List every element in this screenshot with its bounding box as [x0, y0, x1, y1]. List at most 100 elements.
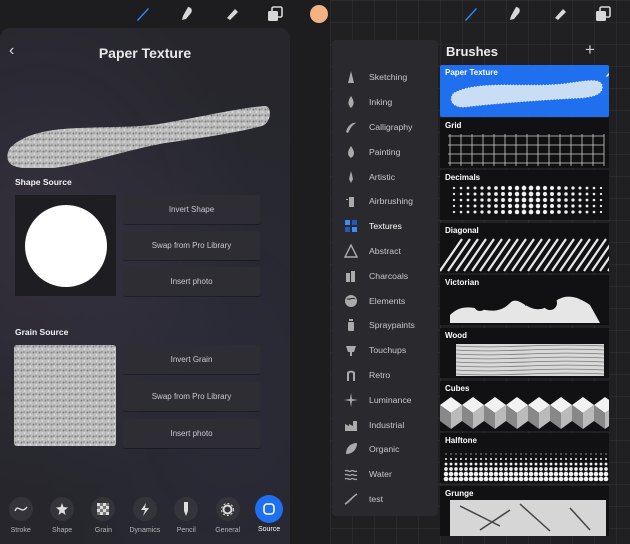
top-toolbar-left: [134, 0, 330, 28]
tab-shape[interactable]: Shape: [41, 494, 82, 544]
eraser-tool-icon[interactable]: [222, 5, 240, 23]
tab-source[interactable]: Source: [248, 494, 289, 544]
brush-tool-icon[interactable]: [462, 5, 480, 23]
swap-shape-library-button[interactable]: Swap from Pro Library: [123, 231, 260, 260]
top-toolbar-right: [462, 0, 622, 28]
sidebar-item-inking[interactable]: Inking: [332, 90, 438, 115]
brush-item-diagonal[interactable]: Diagonal: [440, 222, 609, 273]
sidebar-item-label: Luminance: [369, 394, 412, 405]
tab-label: Stroke: [10, 527, 31, 534]
tab-label: Dynamics: [129, 527, 161, 534]
sidebar-item-label: Charcoals: [369, 270, 409, 281]
sidebar-item-label: Sketching: [369, 72, 408, 83]
pencil-icon: [174, 497, 199, 521]
tab-pencil[interactable]: Pencil: [166, 494, 207, 544]
page-title: Paper Texture: [98, 45, 192, 61]
sidebar-item-artistic[interactable]: Artistic: [332, 164, 438, 189]
sidebar-item-textures[interactable]: Textures: [332, 214, 438, 239]
sidebar-item-label: test: [369, 493, 384, 504]
brush-item-victorian[interactable]: Victorian: [440, 275, 609, 326]
layers-icon[interactable]: [594, 5, 612, 23]
sidebar-item-label: Industrial: [369, 419, 405, 430]
sidebar-item-retro[interactable]: Retro: [332, 363, 438, 388]
insert-grain-photo-button[interactable]: Insert photo: [123, 419, 260, 448]
tab-label: Shape: [51, 527, 73, 534]
organic-icon: [344, 442, 358, 456]
tab-grain[interactable]: Grain: [83, 494, 124, 544]
sidebar-item-elements[interactable]: Elements: [332, 288, 438, 313]
tab-label: Pencil: [176, 527, 196, 534]
stroke-icon: [8, 497, 33, 521]
sidebar-item-luminance[interactable]: Luminance: [332, 387, 438, 412]
sidebar-item-airbrushing[interactable]: Airbrushing: [332, 189, 438, 214]
brush-item-cubes[interactable]: Cubes: [440, 380, 609, 431]
sidebar-item-label: Abstract: [369, 245, 401, 256]
brush-name: Grunge: [445, 488, 474, 498]
brush-item-grid[interactable]: Grid: [440, 117, 609, 168]
brush-tool-icon[interactable]: [134, 5, 152, 23]
sidebar-item-label: Elements: [369, 295, 406, 306]
tab-dynamics[interactable]: Dynamics: [124, 494, 165, 544]
abstract-icon: [344, 243, 358, 258]
airbrushing-icon: [344, 194, 358, 208]
shape-source-preview[interactable]: [15, 195, 116, 296]
touchups-icon: [344, 343, 358, 357]
grain-source-label: Grain Source: [15, 327, 69, 337]
brush-item-decimals[interactable]: Decimals: [440, 170, 609, 221]
settings-tab-bar: Stroke Shape Grain Dynamics Pencil Gener…: [0, 494, 290, 544]
color-swatch[interactable]: [310, 5, 328, 23]
sidebar-item-organic[interactable]: Organic: [332, 437, 438, 462]
swap-grain-library-button[interactable]: Swap from Pro Library: [123, 382, 260, 411]
elements-icon: [344, 294, 358, 308]
brush-item-paper-texture[interactable]: Paper Texture: [440, 65, 609, 117]
sidebar-item-label: Airbrushing: [369, 196, 413, 207]
sidebar-item-painting[interactable]: Painting: [332, 139, 438, 164]
general-icon: [215, 497, 240, 521]
sidebar-item-abstract[interactable]: Abstract: [332, 239, 438, 264]
water-icon: [344, 467, 358, 481]
sidebar-item-label: Water: [369, 469, 392, 480]
eraser-tool-icon[interactable]: [550, 5, 568, 23]
smudge-tool-icon[interactable]: [178, 5, 196, 23]
brush-name: Paper Texture: [445, 68, 498, 77]
brushes-header: Brushes: [446, 44, 499, 59]
brush-name: Wood: [445, 331, 468, 340]
shape-source-label: Shape Source: [15, 177, 72, 187]
sidebar-item-label: Organic: [369, 444, 400, 455]
test-icon: [344, 492, 358, 506]
sidebar-item-industrial[interactable]: Industrial: [332, 412, 438, 437]
sidebar-item-water[interactable]: Water: [332, 462, 438, 487]
inking-icon: [344, 95, 358, 109]
tab-label: Grain: [94, 527, 113, 534]
sketching-icon: [344, 70, 358, 84]
brush-studio-screen: ‹ Paper Texture Shape Source Invert Shap…: [0, 0, 330, 544]
sidebar-item-spraypaints[interactable]: Spraypaints: [332, 313, 438, 338]
tab-label: General: [215, 527, 241, 534]
sidebar-item-label: Touchups: [369, 345, 407, 356]
sidebar-item-calligraphy[interactable]: Calligraphy: [332, 115, 438, 140]
grain-source-preview[interactable]: [14, 345, 116, 446]
sidebar-item-sketching[interactable]: Sketching: [332, 65, 438, 90]
smudge-tool-icon[interactable]: [506, 5, 524, 23]
brush-name: Diagonal: [445, 225, 479, 235]
brush-library-screen: Sketching Inking Calligraphy Painting Artist…: [330, 0, 630, 544]
sidebar-item-charcoals[interactable]: Charcoals: [332, 263, 438, 288]
layers-icon[interactable]: [266, 5, 284, 23]
sidebar-item-label: Retro: [369, 369, 391, 380]
brush-item-grunge[interactable]: Grunge: [440, 485, 609, 536]
brush-item-wood[interactable]: Wood: [440, 328, 609, 378]
tab-general[interactable]: General: [207, 494, 248, 544]
invert-shape-button[interactable]: Invert Shape: [123, 195, 260, 224]
dynamics-icon: [132, 497, 157, 521]
plus-icon[interactable]: +: [585, 40, 595, 60]
brush-name: Grid: [445, 120, 462, 130]
stroke-preview: [7, 106, 270, 168]
tab-stroke[interactable]: Stroke: [0, 494, 41, 544]
insert-shape-photo-button[interactable]: Insert photo: [123, 267, 260, 296]
sidebar-item-label: Artistic: [369, 171, 396, 182]
invert-grain-button[interactable]: Invert Grain: [123, 345, 260, 374]
textures-icon: [344, 219, 358, 233]
brush-item-halftone[interactable]: Halftone: [440, 433, 609, 484]
sidebar-item-touchups[interactable]: Touchups: [332, 338, 438, 363]
sidebar-item-test[interactable]: test: [332, 487, 438, 512]
